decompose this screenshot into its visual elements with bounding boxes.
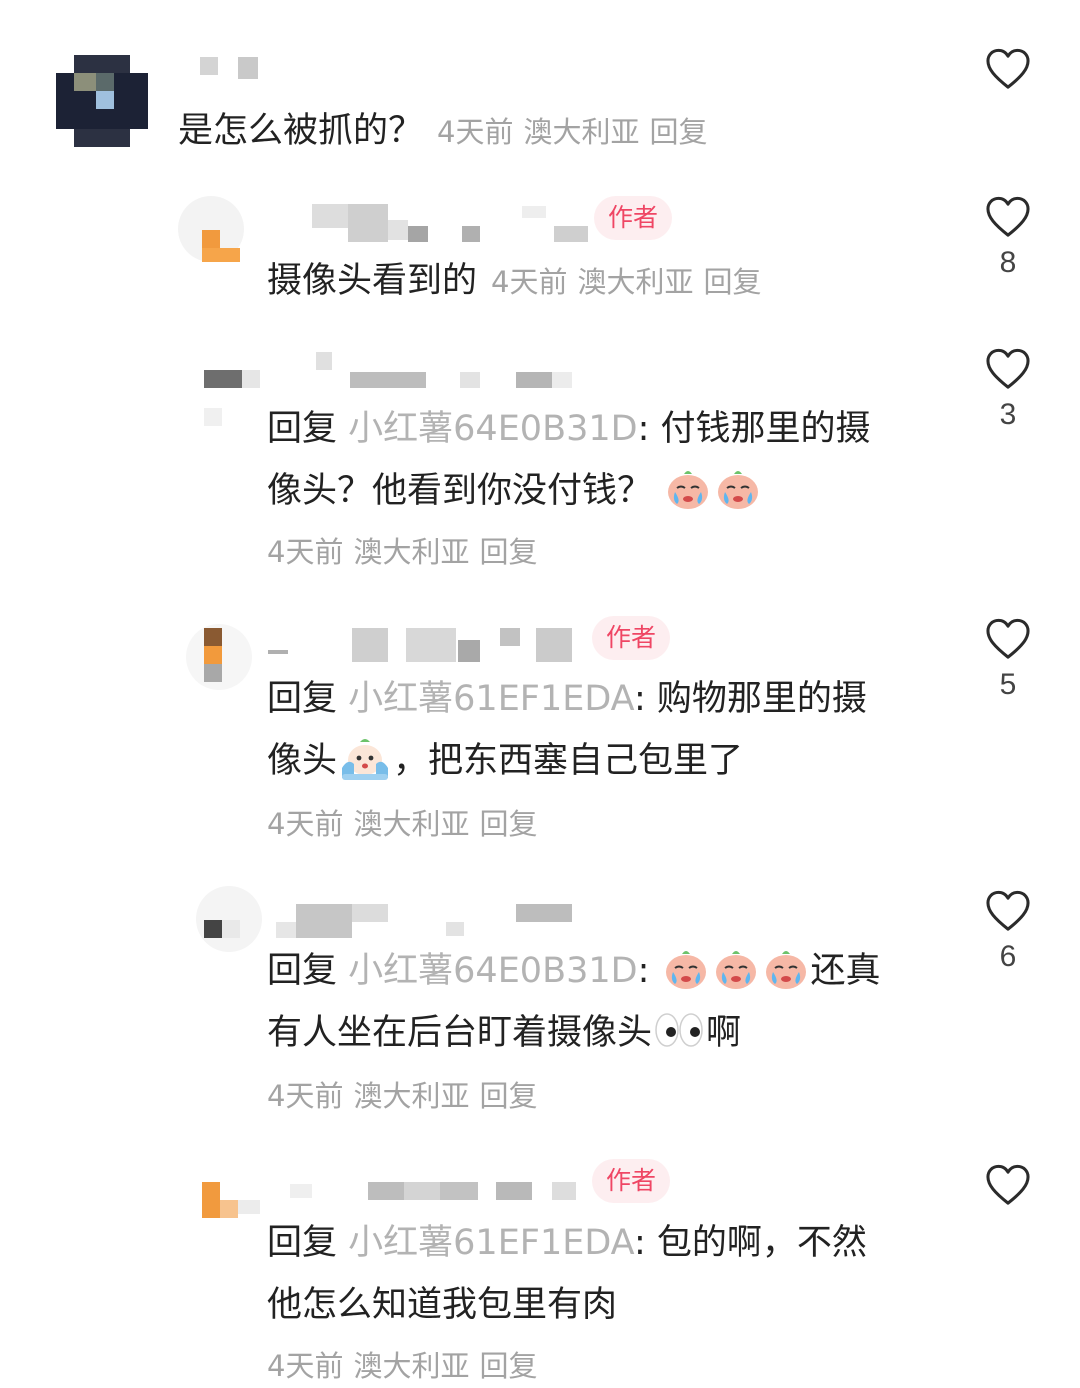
comment-location: 澳大利亚	[523, 115, 640, 149]
comment-time: 4天前	[437, 115, 514, 149]
reply-prefix: 回复	[267, 951, 338, 991]
avatar[interactable]	[200, 366, 266, 432]
reply-button[interactable]: 回复	[703, 265, 761, 299]
like-button[interactable]: 3	[976, 348, 1040, 432]
reply-item: 作者 摄像头看到的 4天前 澳大利亚 回复 8	[0, 170, 1080, 330]
comment-location: 澳大利亚	[353, 1079, 470, 1113]
heart-outline-icon	[986, 618, 1030, 659]
heart-outline-icon	[986, 348, 1030, 389]
reply-button[interactable]: 回复	[649, 115, 707, 149]
like-button[interactable]: 6	[976, 890, 1040, 974]
username[interactable]	[276, 900, 576, 942]
reply-prefix: 回复	[267, 679, 338, 719]
username[interactable]	[200, 55, 260, 79]
avatar[interactable]	[196, 1174, 262, 1240]
comment-text: 回复 小红薯64E0B31D: 还真	[267, 940, 881, 1002]
heart-outline-icon	[986, 196, 1030, 237]
reply-item: 作者 回复 小红薯61EF1EDA: 包的啊，不然 他怎么知道我包里有肉 4天前…	[0, 1144, 1080, 1388]
heart-outline-icon	[986, 48, 1030, 89]
reply-button[interactable]: 回复	[479, 1079, 537, 1113]
reply-item: 作者 回复 小红薯61EF1EDA: 购物那里的摄 像头 ，把东西塞自己包里了 …	[0, 600, 1080, 860]
comment-location: 澳大利亚	[577, 265, 694, 299]
comment-text: 回复 小红薯61EF1EDA: 购物那里的摄	[267, 679, 867, 719]
crying-peach-emoji-icon	[765, 951, 806, 989]
comment-text: 回复 小红薯61EF1EDA: 包的啊，不然	[267, 1223, 867, 1263]
comment-meta: 4天前 澳大利亚 回复	[267, 804, 547, 844]
reply-target-username[interactable]: 小红薯61EF1EDA	[348, 1223, 634, 1263]
eyes-emoji-icon	[655, 1013, 703, 1047]
author-badge: 作者	[592, 616, 671, 660]
reply-button[interactable]: 回复	[479, 535, 537, 569]
reply-target-username[interactable]: 小红薯64E0B31D	[348, 951, 637, 991]
like-count: 3	[999, 398, 1017, 431]
comment-time: 4天前	[267, 535, 344, 569]
author-badge: 作者	[594, 196, 673, 240]
comment-text: 有人坐在后台盯着摄像头 啊	[267, 1002, 741, 1064]
comment-time: 4天前	[491, 265, 568, 299]
comment-text: 是怎么被抓的？ 4天前 澳大利亚 回复	[178, 111, 708, 151]
comment-time: 4天前	[267, 1079, 344, 1113]
like-button[interactable]: 8	[976, 196, 1040, 280]
comment-item: 是怎么被抓的？ 4天前 澳大利亚 回复	[0, 0, 1080, 170]
comment-location: 澳大利亚	[353, 807, 470, 841]
reply-button[interactable]: 回复	[479, 807, 537, 841]
comment-meta: 4天前 澳大利亚 回复	[267, 532, 547, 572]
comment-meta: 4天前 澳大利亚 回复	[267, 1346, 547, 1386]
comment-meta: 4天前 澳大利亚 回复	[267, 1076, 547, 1116]
comment-text: 摄像头看到的 4天前 澳大利亚 回复	[267, 261, 762, 301]
crying-peach-emoji-icon	[718, 471, 759, 509]
reply-item: 回复 小红薯64E0B31D: 付钱那里的摄 像头？他看到你没付钱？ 4天前 澳大…	[0, 340, 1080, 590]
crying-peach-emoji-icon	[668, 471, 709, 509]
username[interactable]	[268, 624, 578, 666]
avatar[interactable]	[186, 624, 252, 690]
reply-prefix: 回复	[267, 409, 338, 449]
comment-text: 像头？他看到你没付钱？	[267, 460, 763, 522]
reply-item: 回复 小红薯64E0B31D: 还真 有人坐在后台盯着摄像头 啊 4天前 澳大利亚…	[0, 870, 1080, 1140]
reply-target-username[interactable]: 小红薯64E0B31D	[348, 409, 637, 449]
heart-outline-icon	[986, 890, 1030, 931]
comment-text: 像头 ，把东西塞自己包里了	[267, 730, 743, 792]
crying-peach-emoji-icon	[665, 951, 706, 989]
avatar[interactable]	[196, 886, 262, 952]
like-count: 5	[999, 668, 1017, 701]
reply-target-username[interactable]: 小红薯61EF1EDA	[348, 679, 634, 719]
comment-location: 澳大利亚	[353, 535, 470, 569]
like-count: 6	[999, 940, 1017, 973]
comment-time: 4天前	[267, 1349, 344, 1383]
avatar[interactable]	[178, 196, 244, 262]
username[interactable]	[312, 200, 602, 242]
reply-button[interactable]: 回复	[479, 1349, 537, 1383]
like-button[interactable]	[976, 1164, 1040, 1214]
heart-outline-icon	[986, 1164, 1030, 1205]
comment-location: 澳大利亚	[353, 1349, 470, 1383]
like-count: 8	[999, 246, 1017, 279]
like-button[interactable]: 5	[976, 618, 1040, 702]
like-button[interactable]	[976, 48, 1040, 98]
author-badge: 作者	[592, 1159, 671, 1203]
reply-prefix: 回复	[267, 1223, 338, 1263]
comment-time: 4天前	[267, 807, 344, 841]
comment-text: 回复 小红薯64E0B31D: 付钱那里的摄	[267, 409, 871, 449]
username[interactable]	[312, 348, 582, 390]
comment-text: 他怎么知道我包里有肉	[267, 1285, 618, 1325]
avatar[interactable]	[56, 55, 148, 147]
scared-face-emoji-icon	[342, 739, 389, 780]
crying-peach-emoji-icon	[715, 951, 756, 989]
